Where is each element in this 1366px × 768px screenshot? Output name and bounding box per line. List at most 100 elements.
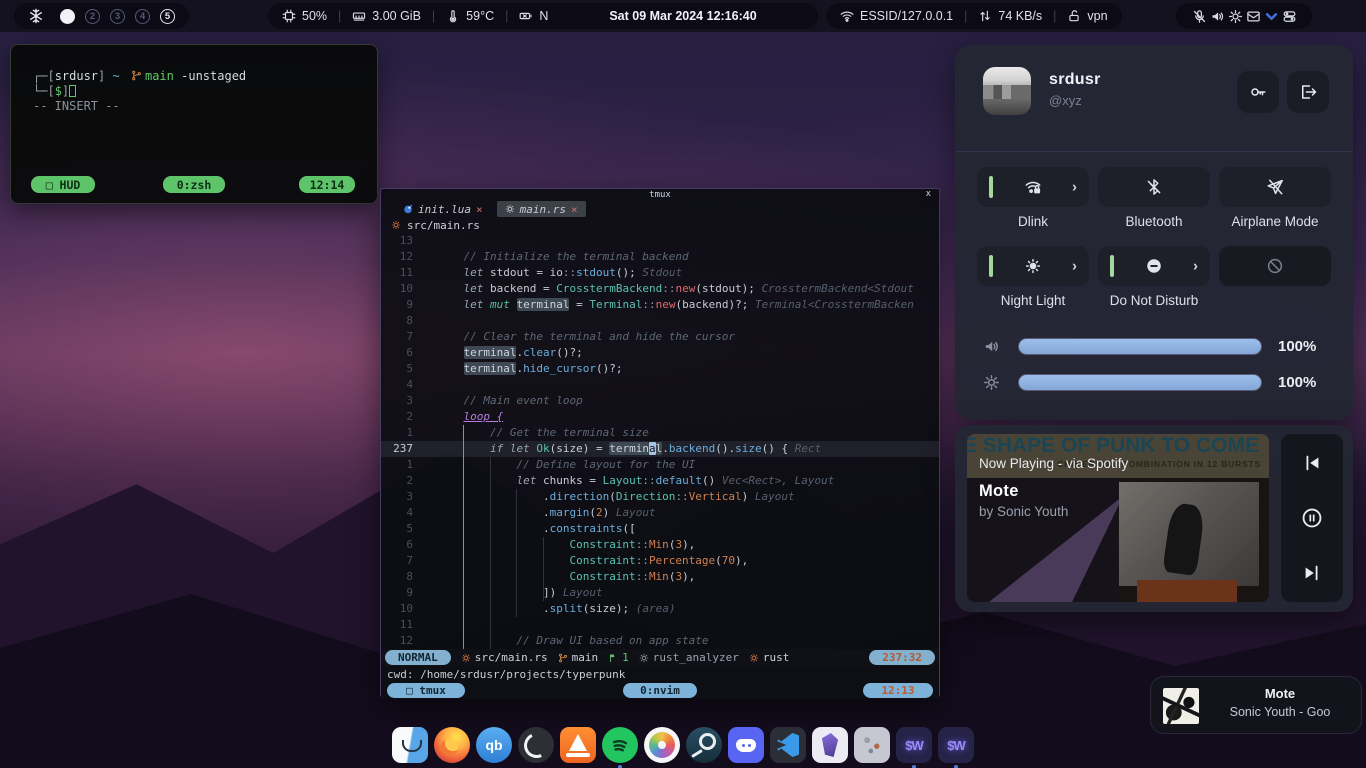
pause-button[interactable] [1299,505,1325,531]
systray-toggles-icon[interactable] [1280,7,1298,25]
dock-item-spotify[interactable] [602,727,638,763]
tmux-session-name[interactable]: □ HUD [31,176,95,193]
vscode-icon [770,727,806,763]
line-number: 13 [381,233,421,249]
tmux-window-nvim[interactable]: 0:nvim [623,683,697,698]
indent-guide [516,489,517,617]
code-line: 3 // Main event loop [381,393,939,409]
trash-icon [854,727,890,763]
previous-track-button[interactable] [1299,450,1325,476]
cwd-line: cwd: /home/srdusr/projects/typerpunk [381,666,939,682]
gear-icon [639,653,649,663]
volume-slider[interactable] [1018,338,1262,355]
settings-icon[interactable] [1226,7,1244,25]
tab-main.rs[interactable]: main.rs × [497,201,586,217]
code-line: 9 let mut terminal = Terminal::new(backe… [381,297,939,313]
chevron-right-icon[interactable]: › [1072,258,1077,275]
statusline-filetype: rust [749,651,790,664]
line-number: 7 [381,553,421,569]
logout-button[interactable] [1287,71,1329,113]
airplane-mode-toggle[interactable] [1219,167,1331,207]
discord-icon [728,727,764,763]
line-number: 10 [381,281,421,297]
blocked-toggle[interactable] [1219,246,1331,286]
blocked-toggle-cell [1219,246,1331,321]
close-icon[interactable]: x [926,189,931,199]
prompt-path: ~ [113,69,120,83]
code-line: 5 terminal.hide_cursor()?; [381,361,939,377]
line-number: 12 [381,633,421,649]
chevron-right-icon[interactable]: › [1193,258,1198,275]
brightness-slider[interactable] [1018,374,1262,391]
tab-label: main.rs [520,203,566,216]
dock-item-shipwright-2[interactable]: $W [938,727,974,763]
tab-close-icon[interactable]: × [571,203,578,216]
bluetooth-toggle-label: Bluetooth [1125,214,1182,242]
night-light-toggle[interactable]: › [977,246,1089,286]
tmux-window-zsh[interactable]: 0:zsh [163,176,225,193]
wifi-icon [840,9,854,23]
code-line: 12 // Draw UI based on app state [381,633,939,649]
dock-item-shipwright-1[interactable]: $W [896,727,932,763]
workspace-5[interactable]: 5 [160,9,175,24]
window-titlebar[interactable]: tmux x [381,189,939,201]
do-not-disturb-toggle[interactable]: › [1098,246,1210,286]
code-line: 7 Constraint::Percentage(70), [381,553,939,569]
next-track-button[interactable] [1299,560,1325,586]
wifi-toggle[interactable]: › [977,167,1089,207]
line-number: 10 [381,601,421,617]
workspace-4[interactable]: 4 [135,9,150,24]
wifi-ssid[interactable]: ESSID/127.0.0.1 [840,9,953,23]
rust-icon [391,220,401,230]
clock[interactable]: Sat 09 Mar 2024 12:16:40 [548,3,818,29]
vlc-icon [560,727,596,763]
indent-guide [543,537,544,601]
gear-icon [983,374,1000,391]
editor-window: tmux x init.lua× main.rs × src/main.rs 13 1… [380,188,940,698]
tab-close-icon[interactable]: × [476,203,483,216]
vpn-status[interactable]: vpn [1067,9,1107,23]
notification-title: Mote [1207,686,1353,701]
logo-icon[interactable] [28,8,44,24]
line-number: 237 [381,441,421,457]
code-line: 2 loop { [381,409,939,425]
shipwright-2-icon: $W [938,727,974,763]
workspace-3[interactable]: 3 [110,9,125,24]
dock-item-trash[interactable] [854,727,890,763]
code-line: 7 // Clear the terminal and hide the cur… [381,329,939,345]
speaker-icon[interactable] [1208,7,1226,25]
dock-item-obs-studio[interactable] [518,727,554,763]
git-branch-icon [558,653,568,663]
hud-terminal-window[interactable]: ┌─[srdusr] ~ main -unstaged └─[$] -- INS… [10,44,378,204]
tab-init.lua[interactable]: init.lua× [395,201,491,217]
next-icon [1301,562,1323,584]
microphone-muted-icon[interactable] [1190,7,1208,25]
bluetooth-toggle[interactable] [1098,167,1210,207]
media-player-card: THE SHAPE OF PUNK TO COME A CHIMERICAL B… [955,425,1353,612]
dock-item-obsidian[interactable] [812,727,848,763]
rustgear-icon [505,204,515,214]
dock-item-file-manager[interactable] [392,727,428,763]
active-indicator [989,176,993,198]
breadcrumb: src/main.rs [381,217,939,233]
workspace-1[interactable]: 1 [60,9,75,24]
obs-studio-icon [518,727,554,763]
shipwright-1-icon: $W [896,727,932,763]
code-area[interactable]: 1312 // Initialize the terminal backend1… [381,233,939,649]
chevron-down-icon[interactable] [1262,7,1280,25]
dock-item-vlc[interactable] [560,727,596,763]
dock-item-discord[interactable] [728,727,764,763]
avatar[interactable] [983,67,1031,115]
workspace-2[interactable]: 2 [85,9,100,24]
dock-item-photos[interactable] [644,727,680,763]
chevron-right-icon[interactable]: › [1072,179,1077,196]
media-notification[interactable]: Mote Sonic Youth - Goo [1150,676,1362,734]
password-manager-button[interactable] [1237,71,1279,113]
dock-item-firefox[interactable] [434,727,470,763]
tmux-session-name[interactable]: □ tmux [387,683,465,698]
mail-icon[interactable] [1244,7,1262,25]
dock-item-qbittorrent[interactable]: qb [476,727,512,763]
dock-item-vscode[interactable] [770,727,806,763]
steam-icon [686,727,722,763]
dock-item-steam[interactable] [686,727,722,763]
